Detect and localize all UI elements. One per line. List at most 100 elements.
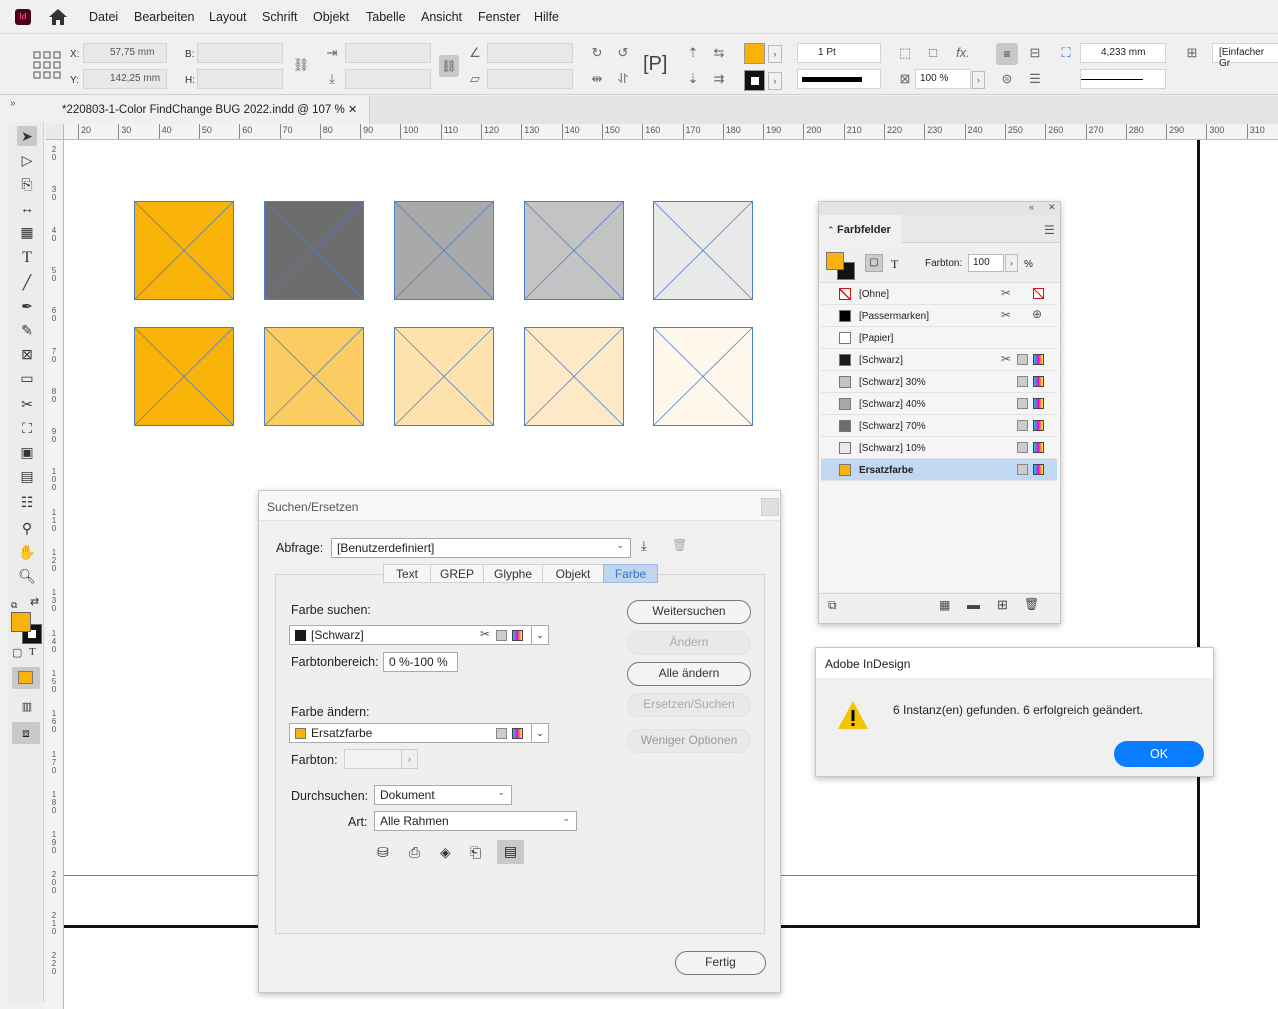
rectangle-tool-icon[interactable]: ▭ (17, 368, 37, 388)
gap-tool-icon[interactable]: ↔ (17, 198, 37, 218)
stroke-type-select[interactable] (797, 69, 881, 89)
view-mode-icon[interactable]: ▥ (17, 697, 37, 717)
scissors-tool-icon[interactable]: ✂ (17, 394, 37, 414)
change-color-dropdown[interactable]: ⌄ (531, 723, 549, 743)
tab-object[interactable]: Objekt (542, 564, 604, 583)
find-next-button[interactable]: Weitersuchen (627, 600, 751, 624)
select-previous-icon[interactable]: ⇆ (710, 44, 728, 62)
delete-swatch-icon[interactable]: 🗑︎ (1024, 597, 1039, 611)
rectangle-frame-tool-icon[interactable]: ⊠ (17, 344, 37, 364)
tab-color[interactable]: Farbe (603, 564, 658, 583)
change-color-field[interactable]: Ersatzfarbe (289, 723, 549, 743)
object-style-select[interactable]: [Einfacher Gr (1212, 43, 1278, 69)
shear-field[interactable] (487, 69, 573, 89)
swatch-row[interactable]: [Passermarken] ✂ ⊕ (821, 305, 1057, 327)
ruler-origin[interactable] (46, 124, 64, 140)
fill-box[interactable] (11, 612, 31, 632)
swatch-row[interactable]: Ersatzfarbe (821, 459, 1057, 481)
change-all-button[interactable]: Alle ändern (627, 662, 751, 686)
dialog-close-icon[interactable] (761, 498, 779, 516)
tab-grep[interactable]: GREP (430, 564, 484, 583)
change-button[interactable]: Ändern (627, 631, 751, 655)
text-wrap-jump-icon[interactable]: ☰ (1026, 70, 1044, 88)
menu-layout[interactable]: Layout (209, 10, 247, 24)
tab-glyph[interactable]: Glyphe (483, 564, 543, 583)
change-tint-field[interactable] (344, 749, 402, 769)
selection-tool-icon[interactable]: ➤ (17, 126, 37, 146)
type-tool-icon[interactable]: T (17, 248, 37, 268)
opacity-menu-button[interactable]: › (972, 71, 985, 89)
tint-range-field[interactable]: 0 %-100 % (383, 652, 458, 672)
include-locked-layers-icon[interactable]: ⛁ (377, 844, 389, 861)
menu-objekt[interactable]: Objekt (313, 10, 349, 24)
auto-fit-icon[interactable]: ⛶ (1057, 44, 1075, 62)
y-field[interactable]: 142,25 mm (83, 69, 167, 89)
hand-tool-icon[interactable]: ✋ (17, 542, 37, 562)
fill-color-swatch[interactable] (744, 43, 765, 64)
rotate-cw-icon[interactable]: ↻ (588, 44, 606, 62)
menu-fenster[interactable]: Fenster (478, 10, 520, 24)
swatch-row[interactable]: [Papier] (821, 327, 1057, 349)
flip-vertical-icon[interactable]: ⥯ (614, 70, 632, 88)
scale-x-field[interactable] (345, 43, 431, 63)
graphic-frame[interactable] (394, 201, 494, 300)
include-locked-objects-icon[interactable]: ⎙ (409, 844, 420, 861)
swatches-tab[interactable]: ⌃ Farbfelder (819, 215, 901, 243)
new-swatch-icon[interactable]: ⊞ (997, 597, 1008, 613)
note-tool-icon[interactable]: ☷ (17, 492, 37, 512)
save-query-icon[interactable]: ⤓ (641, 538, 647, 554)
tab-text[interactable]: Text (383, 564, 431, 583)
select-content-icon[interactable]: ⇣ (684, 70, 702, 88)
swatch-row[interactable]: [Ohne] ✂ (821, 283, 1057, 305)
corner-options-icon[interactable]: □ (924, 44, 942, 62)
eyedropper-tool-icon[interactable]: ⚲ (17, 518, 37, 538)
graphic-frame[interactable] (264, 327, 364, 426)
find-color-dropdown[interactable]: ⌄ (531, 625, 549, 645)
text-wrap-none-icon[interactable]: ≡ (996, 43, 1018, 65)
swatch-row[interactable]: [Schwarz] 30% (821, 371, 1057, 393)
gradient-feather-tool-icon[interactable]: ▤ (17, 466, 37, 486)
swatch-row[interactable]: [Schwarz] 10% (821, 437, 1057, 459)
panel-tint-menu-button[interactable]: › (1005, 254, 1018, 272)
stroke-color-swatch[interactable] (744, 70, 765, 91)
formatting-container-icon[interactable]: ▢ (12, 646, 22, 659)
path-type-icon[interactable]: [P] (643, 53, 667, 76)
change-tint-menu-button[interactable]: › (401, 749, 418, 769)
scale-y-field[interactable] (345, 69, 431, 89)
content-collector-icon[interactable]: ▦ (17, 222, 37, 242)
menu-tabelle[interactable]: Tabelle (366, 10, 406, 24)
fewer-options-button[interactable]: Weniger Optionen (627, 729, 751, 753)
include-footnotes-icon[interactable]: ▤ (497, 840, 524, 864)
apply-color-button[interactable] (12, 667, 40, 689)
expand-toolbar-icon[interactable]: » (10, 98, 16, 109)
include-hidden-layers-icon[interactable]: ◈ (440, 844, 451, 861)
graphic-frame[interactable] (134, 327, 234, 426)
graphic-frame[interactable] (524, 201, 624, 300)
select-next-icon[interactable]: ⇉ (710, 70, 728, 88)
new-folder-icon[interactable]: ▬ (967, 597, 980, 612)
swatch-row[interactable]: [Schwarz] 70% (821, 415, 1057, 437)
close-tab-icon[interactable]: ✕ (348, 103, 357, 116)
panel-tint-field[interactable]: 100 (968, 254, 1004, 272)
close-panel-icon[interactable]: ✕ (1048, 202, 1056, 213)
graphic-frame[interactable] (653, 201, 753, 300)
menu-hilfe[interactable]: Hilfe (534, 10, 559, 24)
constrain-proportions-icon[interactable]: ⛓ (292, 56, 310, 74)
gradient-swatch-tool-icon[interactable]: ▣ (17, 442, 37, 462)
x-field[interactable]: 57,75 mm (83, 43, 167, 63)
menu-ansicht[interactable]: Ansicht (421, 10, 462, 24)
panel-menu-icon[interactable]: ☰ (1044, 223, 1055, 237)
effects-icon[interactable]: fx. (954, 44, 972, 62)
find-color-field[interactable]: [Schwarz] ✂ (289, 625, 549, 645)
page-tool-icon[interactable]: ⎘ (17, 174, 37, 194)
panel-text-icon[interactable]: T (891, 257, 898, 272)
done-button[interactable]: Fertig (675, 951, 766, 975)
link-scale-icon[interactable]: ⛓ (439, 55, 459, 77)
graphic-frame[interactable] (134, 201, 234, 300)
collapse-panel-icon[interactable]: « (1029, 202, 1034, 212)
rotation-field[interactable] (487, 43, 573, 63)
swap-colors-icon[interactable]: ⇄ (30, 595, 39, 608)
column-rule-select[interactable] (1080, 69, 1166, 89)
menu-bearbeiten[interactable]: Bearbeiten (134, 10, 194, 24)
height-field[interactable] (197, 69, 283, 89)
